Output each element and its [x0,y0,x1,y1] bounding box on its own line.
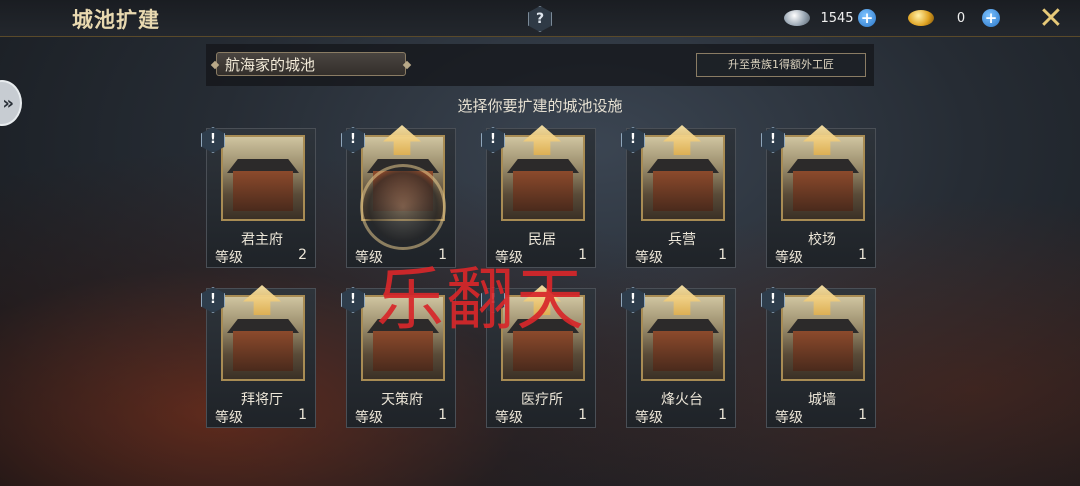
building-name: 天策府 [381,392,423,408]
level-label: 等级 [635,250,663,266]
level-label: 等级 [215,250,243,266]
building-name: 兵营 [668,232,696,248]
gold-currency: 0 + [908,6,1000,30]
building-name: 城墙 [808,392,836,408]
level-label: 等级 [495,410,523,426]
building-name: 烽火台 [661,392,703,408]
building-card[interactable]: ! 拜将厅 等级 1 [201,285,316,428]
gold-amount: 0 [956,10,966,26]
building-card[interactable]: ! 校场 等级 1 [761,125,876,268]
level-value: 1 [718,247,727,263]
building-card[interactable]: ! 城墙 等级 1 [761,285,876,428]
level-label: 等级 [635,410,663,426]
level-label: 等级 [775,410,803,426]
level-value: 1 [858,407,867,423]
upgrade-note: 升至贵族1得额外工匠 [696,53,866,77]
silver-ingot-icon [784,10,810,26]
gold-ingot-icon [908,10,934,26]
level-label: 等级 [355,410,383,426]
building-name: 拜将厅 [241,392,283,408]
silver-currency: 1545 + [784,6,876,30]
level-value: 1 [718,407,727,423]
building-name: 医疗所 [521,392,563,408]
building-image [221,135,305,221]
city-header: 航海家的城池 升至贵族1得额外工匠 [206,44,874,86]
silver-amount: 1545 [820,10,854,26]
page-title: 城池扩建 [72,7,160,32]
add-gold-button[interactable]: + [982,9,1000,27]
help-button[interactable]: ? [528,6,552,32]
building-name: 校场 [808,232,836,248]
building-card[interactable]: ! 君主府 等级 2 [201,127,316,268]
building-name: 君主府 [241,232,283,248]
close-x-icon[interactable]: ✕ [1036,4,1066,34]
city-selector[interactable]: 航海家的城池 [216,52,406,76]
level-label: 等级 [215,410,243,426]
level-value: 1 [578,407,587,423]
watermark: 乐翻天 [376,261,587,340]
level-value: 1 [438,407,447,423]
tutorial-pointer-icon [360,164,446,250]
level-label: 等级 [775,250,803,266]
top-bar: 城池扩建 ? 1545 + 0 + ✕ [0,0,1080,37]
add-silver-button[interactable]: + [858,9,876,27]
level-value: 1 [858,247,867,263]
level-value: 2 [298,247,307,263]
building-card[interactable]: ! 兵营 等级 1 [621,125,736,268]
building-card[interactable]: ! 烽火台 等级 1 [621,285,736,428]
subtitle: 选择你要扩建的城池设施 [457,97,623,115]
level-value: 1 [298,407,307,423]
